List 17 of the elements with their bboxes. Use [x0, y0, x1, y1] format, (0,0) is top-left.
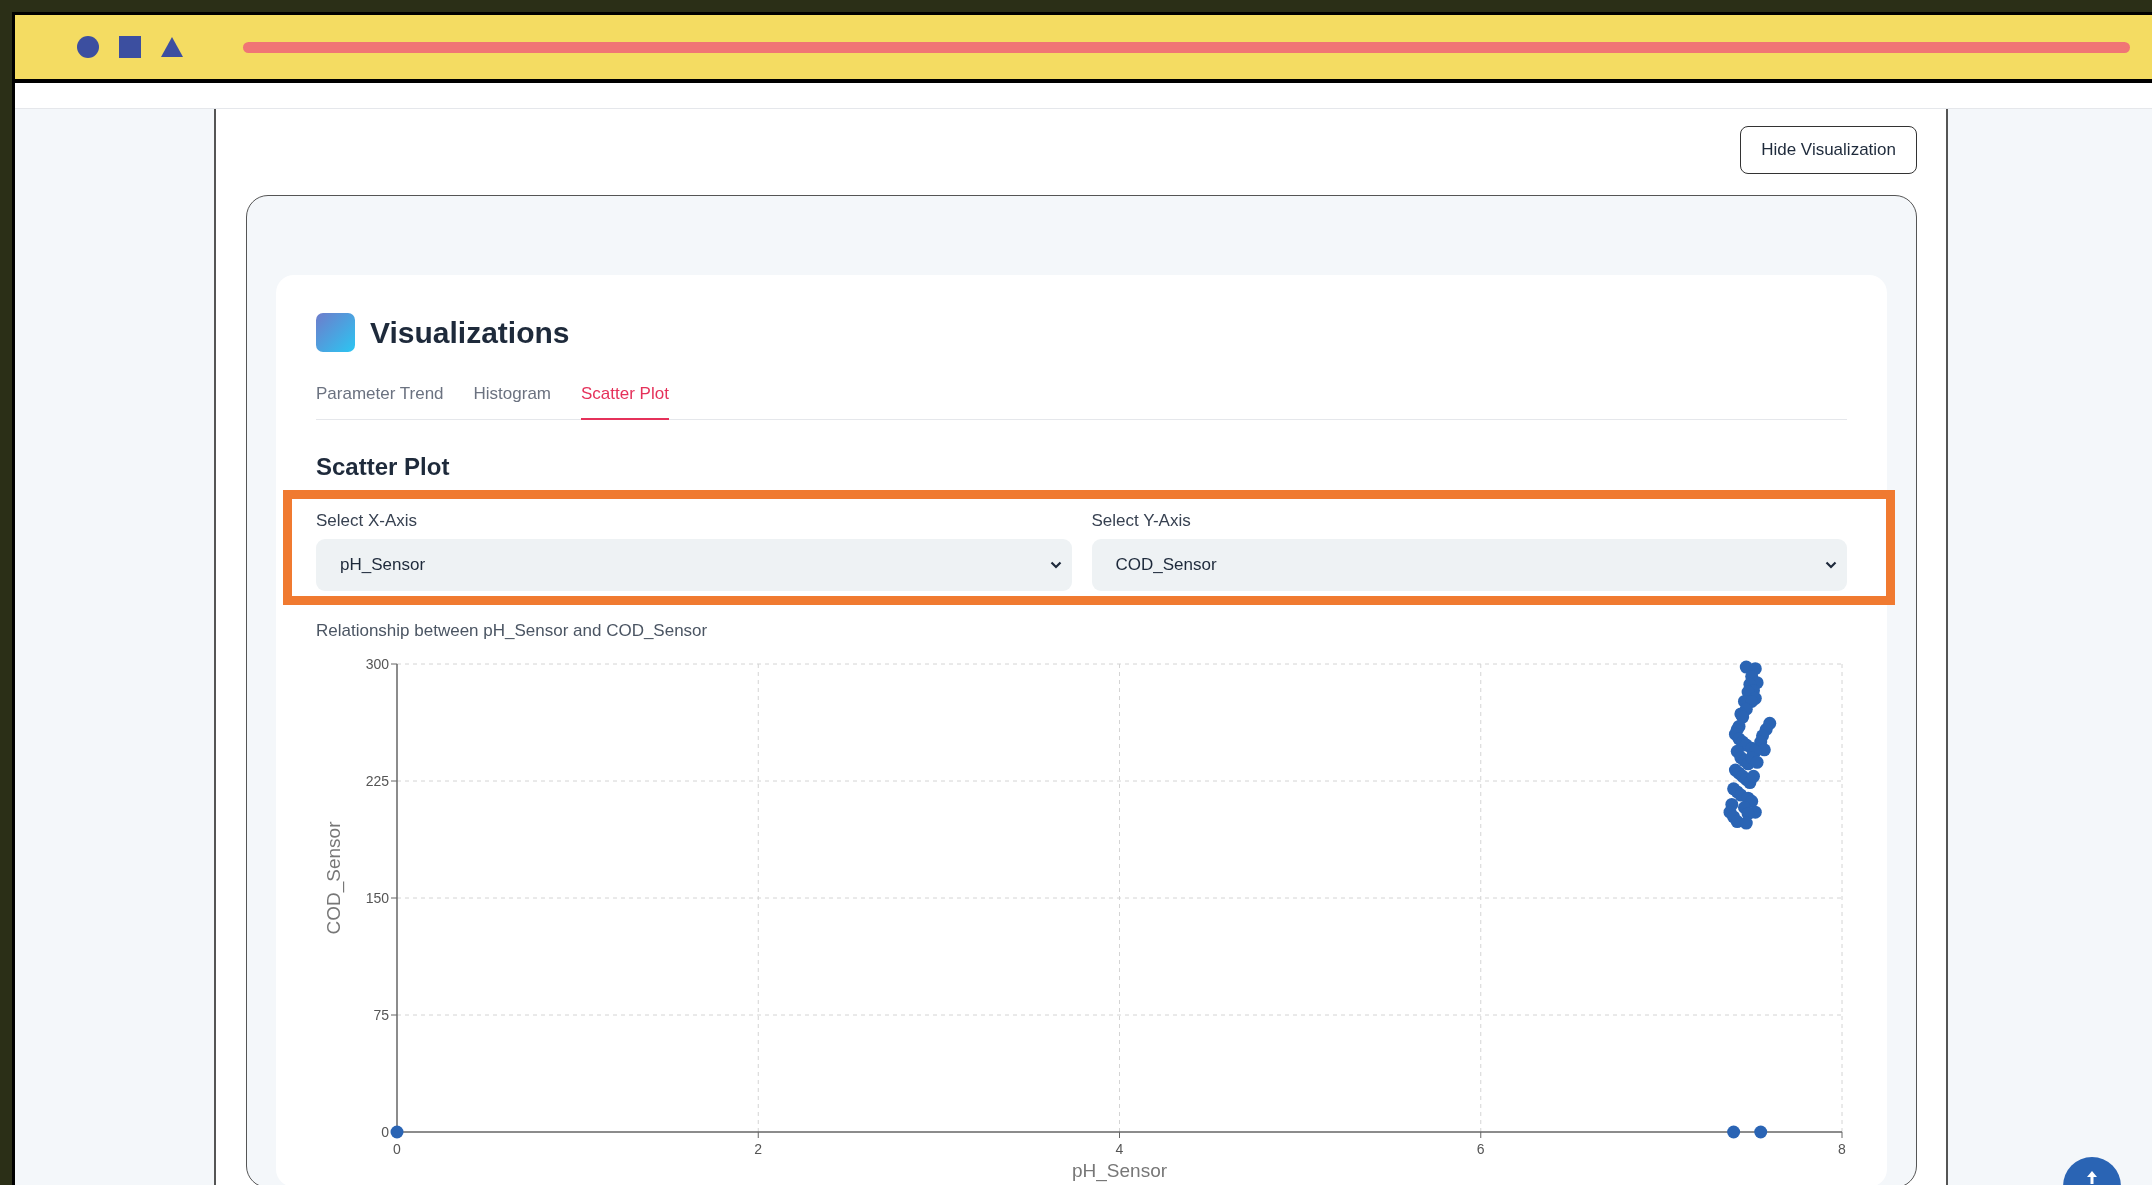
x-tick-label: 6 [1476, 1140, 1485, 1157]
y-tick-label: 300 [365, 655, 389, 672]
y-tick-label: 75 [373, 1006, 389, 1023]
y-axis-title: COD_Sensor [323, 821, 344, 934]
x-tick-label: 4 [1115, 1140, 1124, 1157]
x-axis-title: pH_Sensor [1071, 1159, 1168, 1181]
field-label: Select X-Axis [316, 510, 419, 531]
x-tick-label: 8 [1838, 1140, 1846, 1157]
y-tick-label: 225 [365, 772, 389, 789]
y-tick-label: 150 [365, 889, 389, 906]
x-tick-label: 0 [393, 1140, 401, 1157]
chart-title: Relationship between pH_Sensor and COD_Sensor [316, 620, 709, 641]
y-tick-label: 0 [381, 1123, 389, 1140]
card-title: Visualizations [370, 315, 570, 350]
section-title: Scatter Plot [316, 452, 451, 481]
x-tick-label: 2 [754, 1140, 763, 1157]
field-label: Select Y-Axis [1091, 510, 1192, 531]
